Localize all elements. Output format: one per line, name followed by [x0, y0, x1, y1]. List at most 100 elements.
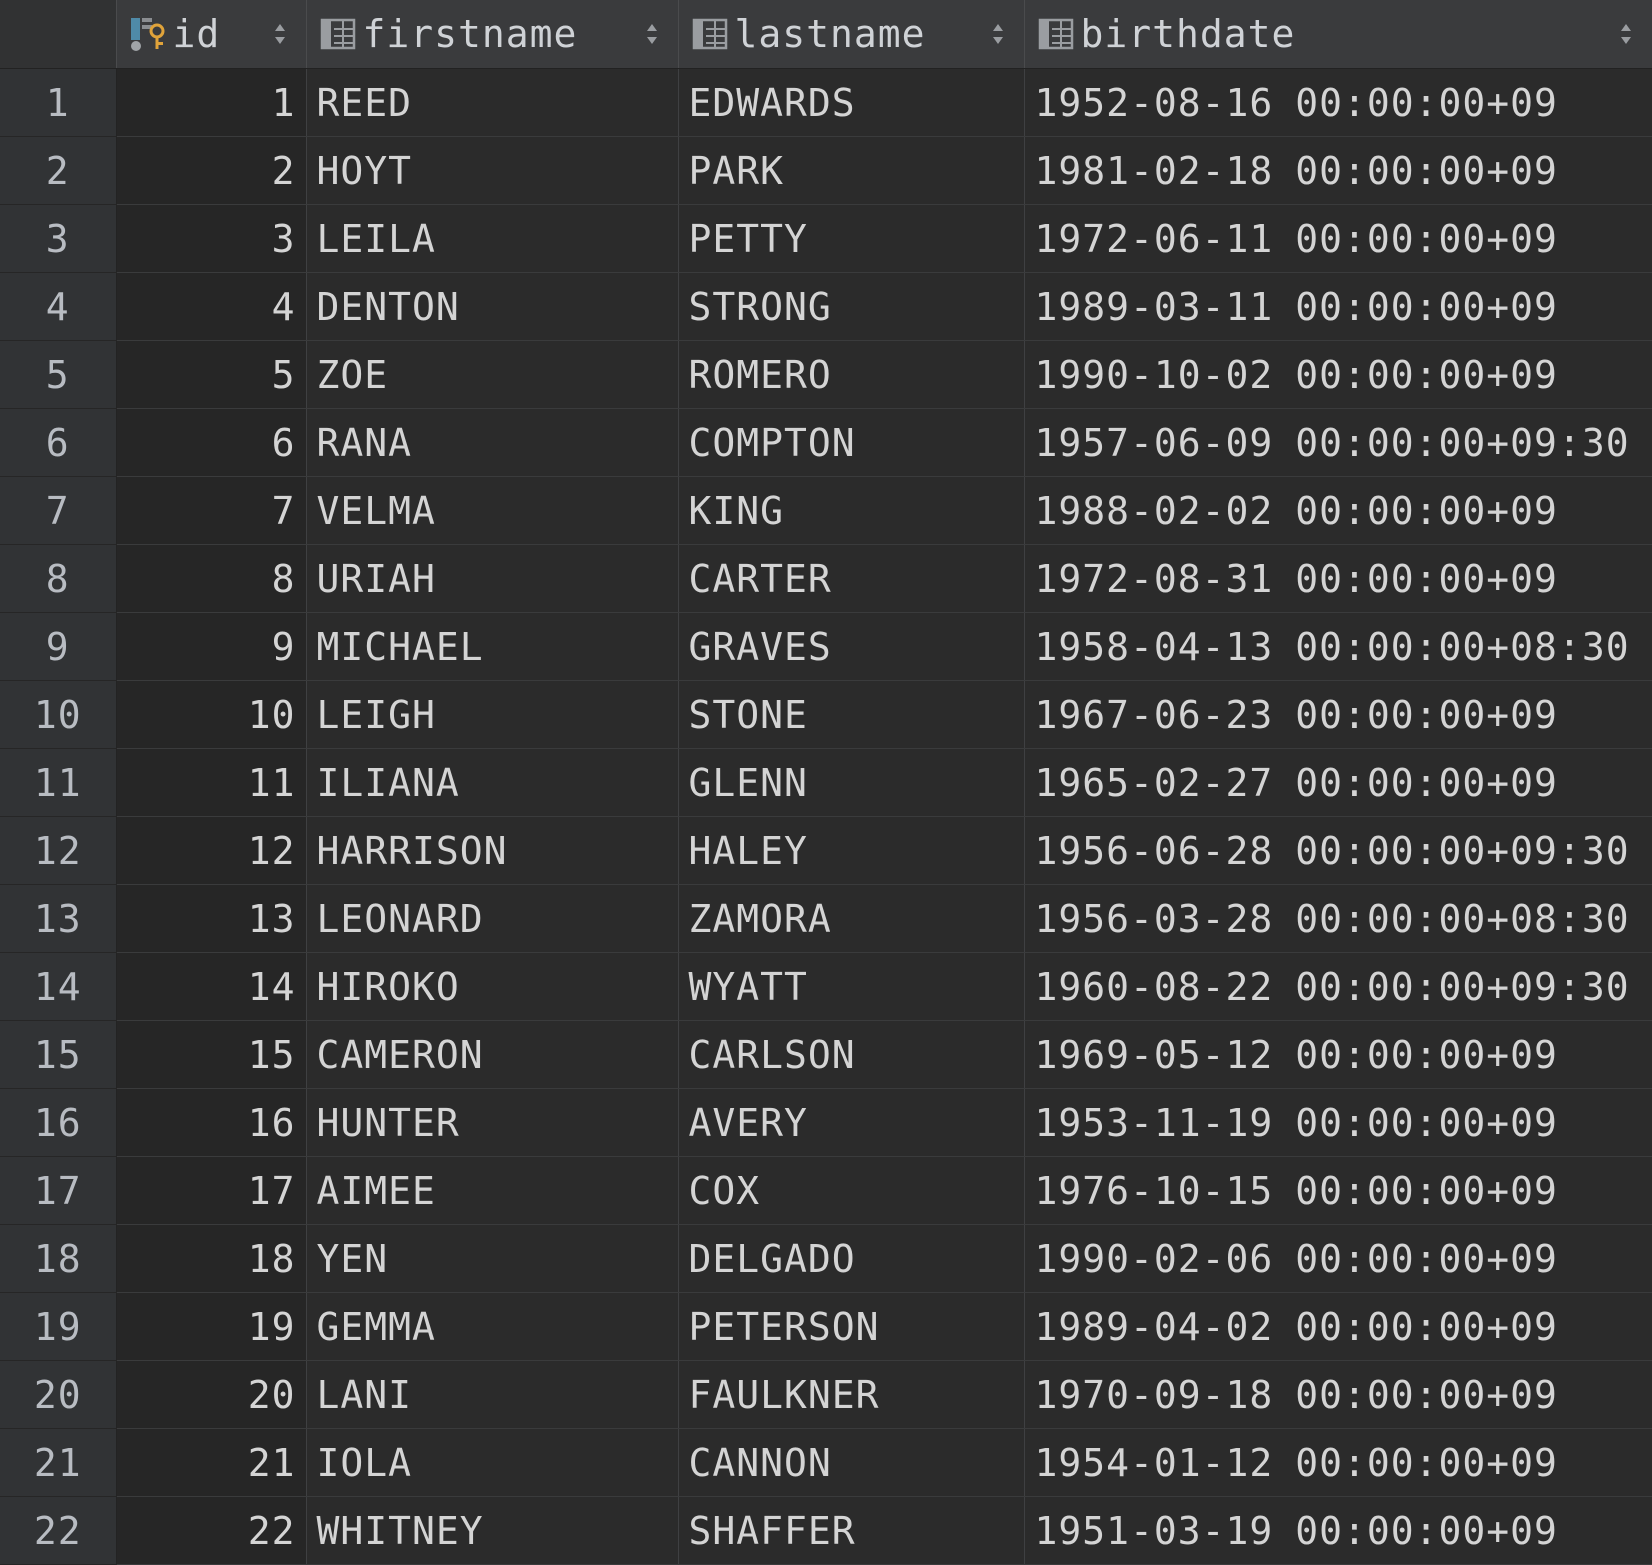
id-cell[interactable]: 13	[116, 884, 307, 953]
lastname-cell[interactable]: CARTER	[678, 544, 1025, 613]
table-row[interactable]: 13 13 LEONARD ZAMORA 1956-03-28 00:00:00+…	[0, 884, 1652, 953]
birthdate-cell[interactable]: 1967-06-23 00:00:00+09	[1024, 680, 1652, 749]
id-cell[interactable]: 8	[116, 544, 307, 613]
lastname-cell[interactable]: KING	[678, 476, 1025, 545]
table-row[interactable]: 4 4 DENTON STRONG 1989-03-11 00:00:00+09	[0, 272, 1652, 341]
id-cell[interactable]: 14	[116, 952, 307, 1021]
row-number[interactable]: 18	[0, 1224, 117, 1293]
table-row[interactable]: 9 9 MICHAEL GRAVES 1958-04-13 00:00:00+08…	[0, 612, 1652, 681]
lastname-cell[interactable]: GRAVES	[678, 612, 1025, 681]
lastname-cell[interactable]: PARK	[678, 136, 1025, 205]
sort-arrows-icon[interactable]	[1618, 20, 1634, 48]
lastname-cell[interactable]: PETERSON	[678, 1292, 1025, 1361]
id-cell[interactable]: 12	[116, 816, 307, 885]
firstname-cell[interactable]: RANA	[306, 408, 679, 477]
row-number[interactable]: 6	[0, 408, 117, 477]
birthdate-cell[interactable]: 1956-06-28 00:00:00+09:30	[1024, 816, 1652, 885]
id-cell[interactable]: 21	[116, 1428, 307, 1497]
lastname-cell[interactable]: CARLSON	[678, 1020, 1025, 1089]
row-number[interactable]: 12	[0, 816, 117, 885]
table-row[interactable]: 11 11 ILIANA GLENN 1965-02-27 00:00:00+09	[0, 748, 1652, 817]
row-number[interactable]: 16	[0, 1088, 117, 1157]
firstname-cell[interactable]: HARRISON	[306, 816, 679, 885]
lastname-cell[interactable]: DELGADO	[678, 1224, 1025, 1293]
table-row[interactable]: 17 17 AIMEE COX 1976-10-15 00:00:00+09	[0, 1156, 1652, 1225]
table-row[interactable]: 7 7 VELMA KING 1988-02-02 00:00:00+09	[0, 476, 1652, 545]
lastname-cell[interactable]: ROMERO	[678, 340, 1025, 409]
birthdate-cell[interactable]: 1990-10-02 00:00:00+09	[1024, 340, 1652, 409]
sort-arrows-icon[interactable]	[990, 20, 1006, 48]
birthdate-cell[interactable]: 1965-02-27 00:00:00+09	[1024, 748, 1652, 817]
lastname-cell[interactable]: SHAFFER	[678, 1496, 1025, 1565]
firstname-cell[interactable]: CAMERON	[306, 1020, 679, 1089]
table-row[interactable]: 16 16 HUNTER AVERY 1953-11-19 00:00:00+09	[0, 1088, 1652, 1157]
birthdate-cell[interactable]: 1990-02-06 00:00:00+09	[1024, 1224, 1652, 1293]
row-number[interactable]: 21	[0, 1428, 117, 1497]
birthdate-cell[interactable]: 1972-06-11 00:00:00+09	[1024, 204, 1652, 273]
table-row[interactable]: 10 10 LEIGH STONE 1967-06-23 00:00:00+09	[0, 680, 1652, 749]
firstname-cell[interactable]: HUNTER	[306, 1088, 679, 1157]
table-row[interactable]: 1 1 REED EDWARDS 1952-08-16 00:00:00+09	[0, 68, 1652, 137]
row-number[interactable]: 8	[0, 544, 117, 613]
birthdate-cell[interactable]: 1976-10-15 00:00:00+09	[1024, 1156, 1652, 1225]
table-row[interactable]: 12 12 HARRISON HALEY 1956-06-28 00:00:00+…	[0, 816, 1652, 885]
row-number[interactable]: 10	[0, 680, 117, 749]
birthdate-cell[interactable]: 1988-02-02 00:00:00+09	[1024, 476, 1652, 545]
row-number[interactable]: 7	[0, 476, 117, 545]
table-row[interactable]: 22 22 WHITNEY SHAFFER 1951-03-19 00:00:00…	[0, 1496, 1652, 1565]
table-row[interactable]: 8 8 URIAH CARTER 1972-08-31 00:00:00+09	[0, 544, 1652, 613]
column-header-id[interactable]: id	[116, 0, 307, 69]
lastname-cell[interactable]: COX	[678, 1156, 1025, 1225]
sort-arrows-icon[interactable]	[644, 20, 660, 48]
sort-arrows-icon[interactable]	[272, 20, 288, 48]
birthdate-cell[interactable]: 1958-04-13 00:00:00+08:30	[1024, 612, 1652, 681]
row-number[interactable]: 14	[0, 952, 117, 1021]
row-number-header[interactable]	[0, 0, 117, 69]
row-number[interactable]: 20	[0, 1360, 117, 1429]
id-cell[interactable]: 16	[116, 1088, 307, 1157]
lastname-cell[interactable]: FAULKNER	[678, 1360, 1025, 1429]
id-cell[interactable]: 22	[116, 1496, 307, 1565]
row-number[interactable]: 5	[0, 340, 117, 409]
id-cell[interactable]: 1	[116, 68, 307, 137]
table-row[interactable]: 21 21 IOLA CANNON 1954-01-12 00:00:00+09	[0, 1428, 1652, 1497]
table-row[interactable]: 14 14 HIROKO WYATT 1960-08-22 00:00:00+09…	[0, 952, 1652, 1021]
firstname-cell[interactable]: MICHAEL	[306, 612, 679, 681]
firstname-cell[interactable]: URIAH	[306, 544, 679, 613]
row-number[interactable]: 1	[0, 68, 117, 137]
birthdate-cell[interactable]: 1989-04-02 00:00:00+09	[1024, 1292, 1652, 1361]
row-number[interactable]: 11	[0, 748, 117, 817]
lastname-cell[interactable]: PETTY	[678, 204, 1025, 273]
birthdate-cell[interactable]: 1981-02-18 00:00:00+09	[1024, 136, 1652, 205]
firstname-cell[interactable]: LEILA	[306, 204, 679, 273]
column-header-lastname[interactable]: lastname	[678, 0, 1025, 69]
birthdate-cell[interactable]: 1952-08-16 00:00:00+09	[1024, 68, 1652, 137]
id-cell[interactable]: 17	[116, 1156, 307, 1225]
row-number[interactable]: 2	[0, 136, 117, 205]
firstname-cell[interactable]: YEN	[306, 1224, 679, 1293]
row-number[interactable]: 13	[0, 884, 117, 953]
birthdate-cell[interactable]: 1989-03-11 00:00:00+09	[1024, 272, 1652, 341]
id-cell[interactable]: 10	[116, 680, 307, 749]
lastname-cell[interactable]: STONE	[678, 680, 1025, 749]
row-number[interactable]: 19	[0, 1292, 117, 1361]
firstname-cell[interactable]: ZOE	[306, 340, 679, 409]
lastname-cell[interactable]: HALEY	[678, 816, 1025, 885]
table-row[interactable]: 5 5 ZOE ROMERO 1990-10-02 00:00:00+09	[0, 340, 1652, 409]
firstname-cell[interactable]: VELMA	[306, 476, 679, 545]
lastname-cell[interactable]: CANNON	[678, 1428, 1025, 1497]
firstname-cell[interactable]: REED	[306, 68, 679, 137]
firstname-cell[interactable]: LANI	[306, 1360, 679, 1429]
firstname-cell[interactable]: HIROKO	[306, 952, 679, 1021]
birthdate-cell[interactable]: 1951-03-19 00:00:00+09	[1024, 1496, 1652, 1565]
lastname-cell[interactable]: WYATT	[678, 952, 1025, 1021]
id-cell[interactable]: 15	[116, 1020, 307, 1089]
id-cell[interactable]: 18	[116, 1224, 307, 1293]
lastname-cell[interactable]: STRONG	[678, 272, 1025, 341]
row-number[interactable]: 15	[0, 1020, 117, 1089]
birthdate-cell[interactable]: 1970-09-18 00:00:00+09	[1024, 1360, 1652, 1429]
id-cell[interactable]: 6	[116, 408, 307, 477]
birthdate-cell[interactable]: 1957-06-09 00:00:00+09:30	[1024, 408, 1652, 477]
row-number[interactable]: 3	[0, 204, 117, 273]
birthdate-cell[interactable]: 1956-03-28 00:00:00+08:30	[1024, 884, 1652, 953]
